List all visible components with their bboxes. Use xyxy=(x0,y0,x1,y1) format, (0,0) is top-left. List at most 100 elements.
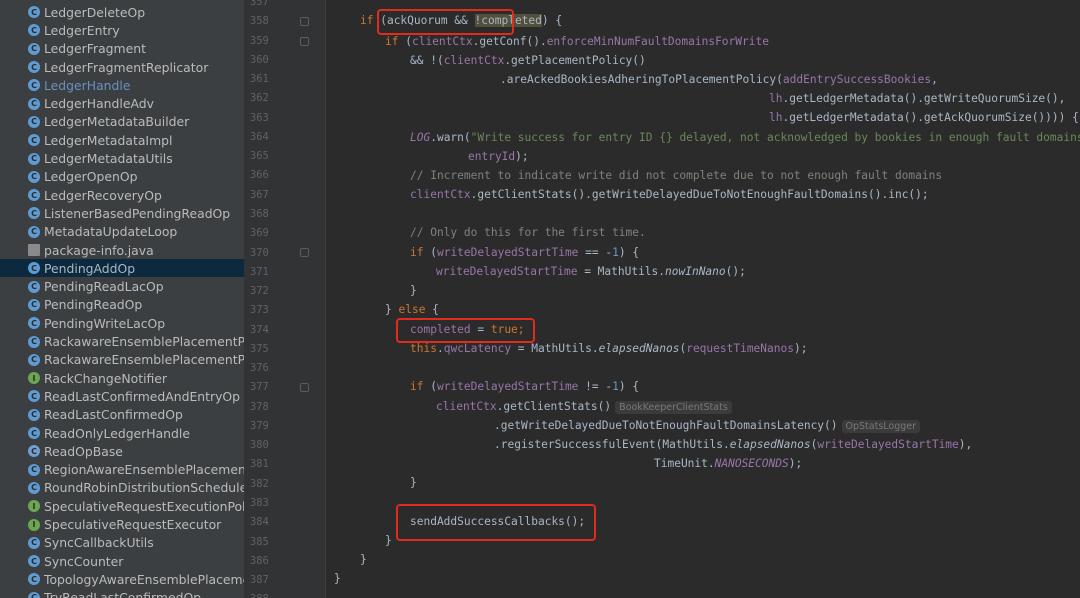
tree-item-label: SpeculativeRequestExecutor xyxy=(44,517,222,533)
class-icon: C xyxy=(28,6,40,19)
tree-item[interactable]: C ListenerBasedPendingReadOp xyxy=(0,204,244,222)
tree-item[interactable]: I SpeculativeRequestExecutionPolicy xyxy=(0,497,244,515)
class-icon: C xyxy=(28,298,40,311)
line-number: 387 xyxy=(250,574,269,587)
line-number: 388 xyxy=(244,590,274,598)
tree-item[interactable]: C LedgerOpenOp xyxy=(0,168,244,186)
code-line-385: } xyxy=(385,534,392,547)
code-line-361: .areAckedBookiesAdheringToPlacementPolic… xyxy=(500,73,938,86)
tree-item-label: LedgerMetadataBuilder xyxy=(44,114,190,130)
class-icon: C xyxy=(28,427,40,440)
tree-item-label: package-info.java xyxy=(44,242,154,258)
tree-item[interactable]: C ReadLastConfirmedOp xyxy=(0,406,244,424)
class-icon: C xyxy=(28,189,40,202)
tree-item-label: ListenerBasedPendingReadOp xyxy=(44,205,231,221)
tree-item-label: SpeculativeRequestExecutionPolicy xyxy=(44,498,244,514)
code-line-387: } xyxy=(334,572,341,585)
tree-item[interactable]: C LedgerFragment xyxy=(0,40,244,58)
code-line-382: } xyxy=(410,476,417,489)
tree-item[interactable]: C RackawareEnsemblePlacementPolic xyxy=(0,332,244,350)
tree-item-label: ReadLastConfirmedOp xyxy=(44,407,183,423)
code-line-377: if (writeDelayedStartTime != -1) { xyxy=(410,380,640,393)
tree-item[interactable]: C LedgerRecoveryOp xyxy=(0,186,244,204)
line-number: 361 xyxy=(250,73,269,86)
type-hint: BookKeeperClientStats xyxy=(615,401,732,414)
tree-item[interactable]: C LedgerDeleteOp xyxy=(0,3,244,21)
class-icon: C xyxy=(28,42,40,55)
highlight-box-completed xyxy=(396,318,535,343)
tree-item-label: PendingAddOp xyxy=(44,260,136,276)
tree-item-label: ReadOpBase xyxy=(44,443,123,459)
interface-icon: I xyxy=(28,372,40,385)
line-number: 375 xyxy=(250,342,269,355)
tree-item-label: LedgerHandle xyxy=(44,77,131,93)
class-icon: C xyxy=(28,317,40,330)
code-line-381: TimeUnit.NANOSECONDS); xyxy=(654,457,803,470)
tree-item[interactable]: C PendingReadLacOp xyxy=(0,278,244,296)
tree-item[interactable]: C ReadOnlyLedgerHandle xyxy=(0,424,244,442)
class-icon: C xyxy=(28,280,40,293)
class-icon: C xyxy=(28,170,40,183)
tree-item[interactable]: I SpeculativeRequestExecutor xyxy=(0,515,244,533)
tree-item[interactable]: C PendingReadOp xyxy=(0,296,244,314)
tree-item[interactable]: C PendingAddOp xyxy=(0,259,244,278)
code-line-362: lh.getLedgerMetadata().getWriteQuorumSiz… xyxy=(769,92,1066,105)
project-tree: C LedgerDeleteOp C LedgerEntry C LedgerFragme… xyxy=(0,0,244,598)
tree-item[interactable]: C LedgerHandleAdv xyxy=(0,95,244,113)
highlight-box-callbacks xyxy=(396,504,596,541)
tree-item-label: TryReadLastConfirmedOp xyxy=(44,590,202,598)
tree-item[interactable]: C TryReadLastConfirmedOp xyxy=(0,589,244,598)
code-line-379: .getWriteDelayedDueToNotEnoughFaultDomai… xyxy=(494,417,921,435)
tree-item[interactable]: I RackChangeNotifier xyxy=(0,369,244,387)
tree-item[interactable]: C ReadLastConfirmedAndEntryOp xyxy=(0,387,244,405)
class-icon: C xyxy=(28,555,40,568)
class-icon: C xyxy=(28,390,40,403)
tree-item-label: PendingReadLacOp xyxy=(44,279,164,295)
tree-item[interactable]: C TopologyAwareEnsemblePlacementF xyxy=(0,570,244,588)
code-line-373: } else { xyxy=(385,303,439,316)
tree-item[interactable]: C LedgerEntry xyxy=(0,21,244,39)
code-line-364: LOG.warn("Write success for entry ID {} … xyxy=(410,131,1080,144)
class-icon: C xyxy=(28,262,40,275)
tree-item[interactable]: C LedgerMetadataUtils xyxy=(0,149,244,167)
line-number: 371 xyxy=(250,265,269,278)
tree-item-label: SyncCallbackUtils xyxy=(44,535,154,551)
line-number: 378 xyxy=(250,400,269,413)
line-number: 372 xyxy=(250,285,269,298)
tree-item[interactable]: C SyncCounter xyxy=(0,552,244,570)
tree-item[interactable]: C RackawareEnsemblePlacementPolic xyxy=(0,351,244,369)
line-number: 373 xyxy=(250,304,269,317)
code-line-372: } xyxy=(410,284,417,297)
class-icon: C xyxy=(28,207,40,220)
class-icon: C xyxy=(28,463,40,476)
fold-marker-icon[interactable] xyxy=(300,17,309,26)
tree-item[interactable]: C MetadataUpdateLoop xyxy=(0,223,244,241)
tree-item-label: LedgerDeleteOp xyxy=(44,4,146,20)
fold-marker-icon[interactable] xyxy=(300,383,309,392)
tree-item[interactable]: package-info.java xyxy=(0,241,244,259)
tree-item-label: PendingWriteLacOp xyxy=(44,315,166,331)
tree-item[interactable]: C LedgerMetadataBuilder xyxy=(0,113,244,131)
tree-item-label: LedgerMetadataImpl xyxy=(44,132,173,148)
tree-item[interactable]: C RegionAwareEnsemblePlacementPol xyxy=(0,461,244,479)
tree-item-label: PendingReadOp xyxy=(44,297,143,313)
tree-item[interactable]: C LedgerHandle xyxy=(0,76,244,94)
tree-item[interactable]: C LedgerFragmentReplicator xyxy=(0,58,244,76)
tree-item[interactable]: C ReadOpBase xyxy=(0,442,244,460)
tree-item-label: SyncCounter xyxy=(44,553,124,569)
java-file-icon xyxy=(28,244,40,257)
line-number: 376 xyxy=(250,362,269,375)
tree-item[interactable]: C PendingWriteLacOp xyxy=(0,314,244,332)
code-line-367: clientCtx.getClientStats().getWriteDelay… xyxy=(410,188,929,201)
code-line-386: } xyxy=(360,553,367,566)
type-hint: OpStatsLogger xyxy=(841,420,921,433)
fold-marker-icon[interactable] xyxy=(300,37,309,46)
line-number: 369 xyxy=(250,227,269,240)
tree-item[interactable]: C RoundRobinDistributionSchedule xyxy=(0,479,244,497)
tree-item[interactable]: C LedgerMetadataImpl xyxy=(0,131,244,149)
fold-marker-icon[interactable] xyxy=(300,248,309,257)
line-number: 384 xyxy=(250,516,269,529)
tree-item[interactable]: C SyncCallbackUtils xyxy=(0,534,244,552)
line-number: 367 xyxy=(250,188,269,201)
tree-item-label: RackawareEnsemblePlacementPolic xyxy=(44,352,244,368)
